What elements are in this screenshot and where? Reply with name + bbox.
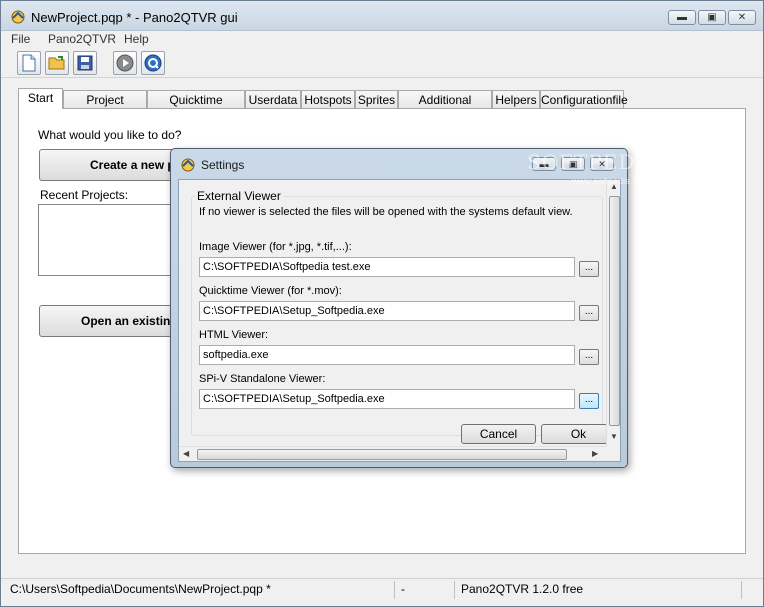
ok-button[interactable]: Ok — [541, 424, 616, 444]
menu-file[interactable]: File — [11, 32, 30, 46]
horizontal-scrollbar[interactable]: ◀ ▶ — [179, 446, 606, 461]
tab-configurationfile[interactable]: Configurationfile — [540, 90, 628, 109]
maximize-button[interactable]: ▣ — [698, 10, 726, 25]
open-folder-icon — [48, 56, 65, 70]
softpedia-watermark-url: www.softpedia.com — [572, 176, 650, 186]
horizontal-scroll-thumb[interactable] — [197, 449, 567, 460]
quicktime-icon — [144, 54, 162, 72]
new-file-icon — [22, 54, 36, 72]
status-path: C:\Users\Softpedia\Documents\NewProject.… — [10, 582, 271, 596]
image-viewer-browse-button[interactable]: ... — [579, 261, 599, 277]
status-state: - — [401, 582, 405, 596]
spiv-viewer-label: SPi-V Standalone Viewer: — [199, 373, 326, 385]
image-viewer-label: Image Viewer (for *.jpg, *.tif,...): — [199, 241, 352, 253]
dialog-content: External Viewer If no viewer is selected… — [178, 179, 621, 462]
html-viewer-field[interactable]: softpedia.exe — [199, 345, 575, 365]
quicktime-viewer-label: Quicktime Viewer (for *.mov): — [199, 285, 342, 297]
vertical-scrollbar[interactable]: ▲ ▼ — [606, 180, 620, 446]
recent-projects-label: Recent Projects: — [40, 188, 129, 202]
quicktime-viewer-browse-button[interactable]: ... — [579, 305, 599, 321]
open-project-button[interactable] — [45, 51, 69, 75]
softpedia-watermark: SOFTPEDIA — [527, 150, 660, 174]
scroll-left-icon[interactable]: ◀ — [183, 449, 189, 458]
vertical-scroll-thumb[interactable] — [609, 196, 620, 426]
status-version: Pano2QTVR 1.2.0 free — [461, 582, 584, 596]
run-button[interactable] — [113, 51, 137, 75]
image-viewer-field[interactable]: C:\SOFTPEDIA\Softpedia test.exe — [199, 257, 575, 277]
menu-bar: File Pano2QTVR Help — [1, 31, 763, 48]
html-viewer-browse-button[interactable]: ... — [579, 349, 599, 365]
viewer-description: If no viewer is selected the files will … — [199, 206, 573, 218]
app-icon — [11, 10, 25, 24]
tab-hotspots[interactable]: Hotspots — [301, 90, 355, 109]
window-title: NewProject.pqp * - Pano2QTVR gui — [31, 10, 238, 25]
scroll-down-icon[interactable]: ▼ — [610, 432, 618, 441]
tab-additional-sprites[interactable]: Additional Sprites — [398, 90, 492, 121]
status-divider — [394, 581, 395, 599]
run-icon — [116, 54, 134, 72]
status-bar: C:\Users\Softpedia\Documents\NewProject.… — [1, 578, 763, 600]
save-disk-icon — [77, 55, 93, 71]
tab-sprites[interactable]: Sprites — [355, 90, 398, 109]
status-divider — [741, 581, 742, 599]
quicktime-button[interactable] — [141, 51, 165, 75]
quicktime-viewer-field[interactable]: C:\SOFTPEDIA\Setup_Softpedia.exe — [199, 301, 575, 321]
menu-help[interactable]: Help — [124, 32, 149, 46]
group-title: External Viewer — [195, 189, 283, 203]
new-file-button[interactable] — [17, 51, 41, 75]
scroll-right-icon[interactable]: ▶ — [592, 449, 598, 458]
close-button[interactable]: ✕ — [728, 10, 756, 25]
dialog-title: Settings — [201, 158, 245, 172]
settings-dialog: Settings ▬ ▣ ✕ External Viewer If no vie… — [170, 148, 628, 468]
title-bar: NewProject.pqp * - Pano2QTVR gui ▬ ▣ ✕ — [1, 1, 763, 31]
tab-userdata[interactable]: Userdata — [245, 90, 301, 109]
spiv-viewer-field[interactable]: C:\SOFTPEDIA\Setup_Softpedia.exe — [199, 389, 575, 409]
tab-project-settings[interactable]: Project Settings — [63, 90, 147, 121]
dialog-app-icon — [181, 158, 195, 172]
menu-pano2qtvr[interactable]: Pano2QTVR — [48, 32, 116, 46]
tab-helpers[interactable]: Helpers — [492, 90, 540, 109]
status-divider — [454, 581, 455, 599]
cancel-button[interactable]: Cancel — [461, 424, 536, 444]
prompt-label: What would you like to do? — [38, 128, 182, 142]
save-button[interactable] — [73, 51, 97, 75]
html-viewer-label: HTML Viewer: — [199, 329, 269, 341]
spiv-viewer-browse-button[interactable]: ... — [579, 393, 599, 409]
toolbar — [1, 48, 763, 78]
minimize-button[interactable]: ▬ — [668, 10, 696, 25]
tab-quicktime-settings[interactable]: Quicktime settings — [147, 90, 245, 121]
tab-start[interactable]: Start — [18, 88, 63, 109]
